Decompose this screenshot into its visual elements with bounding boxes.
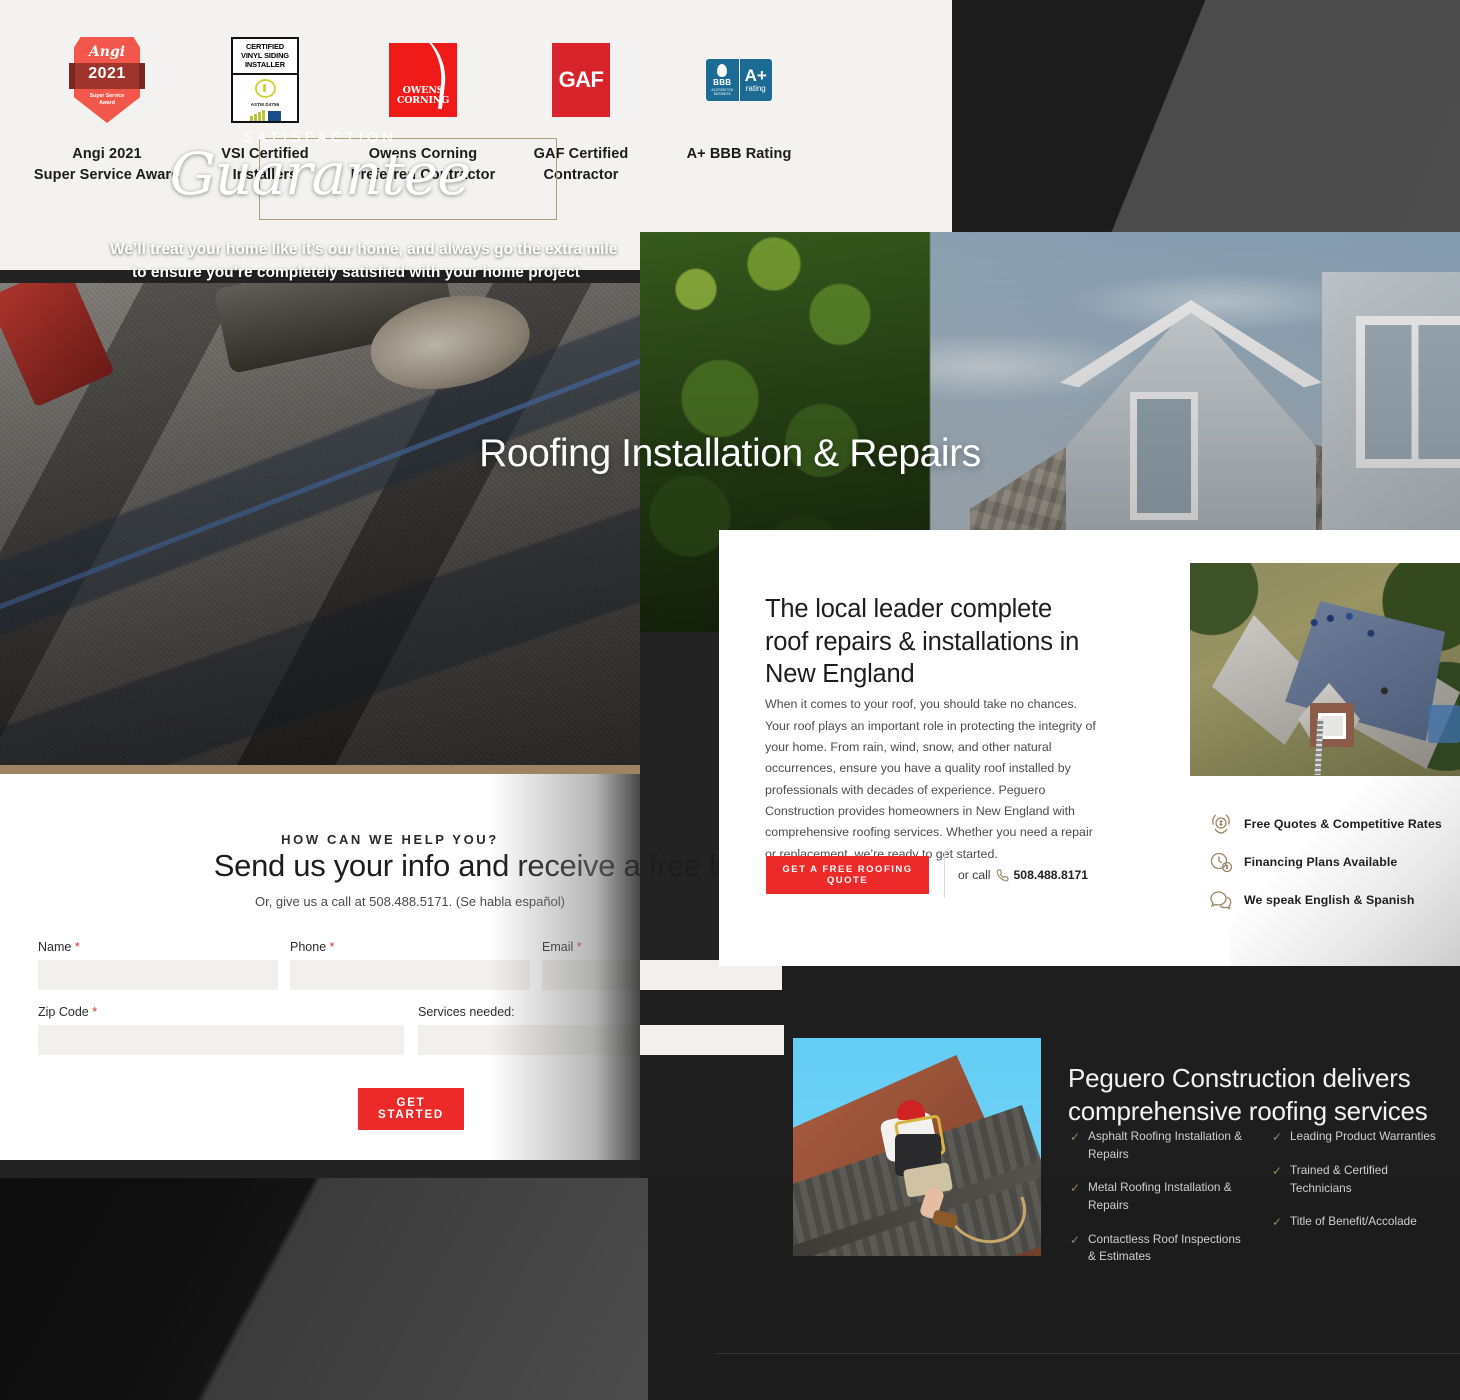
cta-divider (944, 852, 945, 898)
benefit-label: Financing Plans Available (1244, 855, 1398, 869)
angi-shield-badge-icon: Angi 2021 Super Service Award (69, 34, 145, 126)
bbb-accredited-text: ACCREDITED BUSINESS (711, 88, 734, 96)
angi-sub-line1: Super Service (89, 93, 125, 99)
vsi-text-1: CERTIFIED (245, 42, 285, 51)
clock-dollar-icon (1208, 850, 1234, 874)
required-asterisk: * (329, 940, 335, 954)
gold-divider-bar (0, 765, 640, 774)
service-label: Title of Benefit/Accolade (1290, 1214, 1417, 1229)
angi-sub-line2: Award (99, 100, 115, 107)
required-asterisk: * (74, 940, 80, 954)
zip-code-input[interactable] (38, 1025, 404, 1055)
service-label: Metal Roofing Installation & Repairs (1088, 1180, 1232, 1213)
vsi-text-3: INSTALLER (244, 59, 285, 69)
services-needed-input[interactable] (418, 1025, 784, 1055)
service-item: ✓ Trained & Certified Technicians (1272, 1162, 1452, 1197)
oc-text-2: CORNING (396, 95, 450, 107)
photo-overlay (0, 283, 640, 765)
label-services-needed: Services needed: (418, 1005, 515, 1019)
services-title: Peguero Construction delivers comprehens… (1068, 1062, 1428, 1127)
roofer-on-roof-photo (793, 1038, 1041, 1256)
speech-bubbles-icon (1208, 888, 1234, 912)
check-icon: ✓ (1070, 1130, 1081, 1144)
check-icon: ✓ (1272, 1215, 1283, 1230)
satisfaction-guarantee-panel (0, 283, 640, 765)
guarantee-subtext-line1: We’ll treat your home like it’s our home… (110, 241, 618, 258)
label-name: Name * (38, 940, 80, 954)
phone-icon (996, 869, 1009, 882)
field-zip-code: Zip Code * (38, 1005, 404, 1055)
required-asterisk: * (92, 1005, 98, 1019)
owens-corning-logo-icon: OWENS CORNING (389, 34, 457, 126)
page-root: Angi 2021 Super Service Award Angi 2021 … (0, 0, 1460, 1400)
phone-input[interactable] (290, 960, 530, 990)
gaf-logo-icon: GAF (552, 34, 610, 126)
service-label: Asphalt Roofing Installation & Repairs (1088, 1129, 1243, 1161)
services-column-right: ✓ Leading Product Warranties ✓ Trained &… (1272, 1128, 1452, 1282)
get-started-button[interactable]: GET STARTED (358, 1088, 464, 1130)
service-label: Leading Product Warranties (1290, 1129, 1436, 1143)
service-item: ✓ Contactless Roof Inspections & Estimat… (1070, 1231, 1250, 1266)
or-call-block: or call 508.488.8171 (958, 868, 1088, 882)
label-zip-code: Zip Code * (38, 1005, 98, 1019)
bbb-rating-text: rating (745, 84, 766, 93)
hero-title: Roofing Installation & Repairs (479, 432, 981, 475)
phone-number-link[interactable]: 508.488.8171 (1014, 868, 1089, 882)
form-phone-callout: Or, give us a call at 508.488.5171. (Se … (254, 894, 566, 909)
form-eyebrow: HOW CAN WE HELP YOU? (281, 832, 499, 847)
field-phone: Phone * (290, 940, 530, 990)
service-item: ✓ Leading Product Warranties (1272, 1128, 1452, 1146)
aerial-roof-project-photo (1190, 563, 1460, 776)
intro-heading: The local leader complete roof repairs &… (765, 595, 1080, 689)
service-item: ✓ Title of Benefit/Accolade (1272, 1213, 1452, 1231)
angi-brand-text: Angi (88, 44, 126, 60)
backdrop-diagonal-top (952, 0, 1460, 232)
field-services-needed: Services needed: (418, 1005, 784, 1055)
name-input[interactable] (38, 960, 278, 990)
benefit-item: We speak English & Spanish (1208, 888, 1458, 912)
label-phone: Phone * (290, 940, 335, 954)
badge-bbb-label: A+ BBB Rating (686, 146, 792, 162)
field-name: Name * (38, 940, 278, 990)
benefit-label: Free Quotes & Competitive Rates (1244, 817, 1442, 831)
badge-bbb: BBB ACCREDITED BUSINESS A+ rating A+ BBB… (660, 34, 818, 165)
backdrop-diagonal-bottom (0, 1178, 648, 1400)
check-icon: ✓ (1070, 1232, 1081, 1247)
vsi-astm-text: ASTM D4756 (250, 102, 280, 107)
bbb-a-plus-rating-badge-icon: BBB ACCREDITED BUSINESS A+ rating (706, 34, 772, 126)
required-asterisk: * (576, 940, 582, 954)
check-icon: ✓ (1272, 1130, 1283, 1144)
intro-body-text: When it comes to your roof, you should t… (765, 697, 1096, 861)
service-label: Trained & Certified Technicians (1290, 1163, 1388, 1195)
service-label: Contactless Roof Inspections & Estimates (1088, 1231, 1241, 1264)
vsi-text-2: VINYL SIDING (241, 50, 289, 60)
bbb-grade-text: A+ (744, 66, 767, 85)
gaf-text: GAF (558, 67, 604, 92)
services-columns: ✓ Asphalt Roofing Installation & Repairs… (1070, 1128, 1460, 1282)
check-icon: ✓ (1070, 1181, 1081, 1196)
service-item: ✓ Asphalt Roofing Installation & Repairs (1070, 1128, 1250, 1163)
angi-year-text: 2021 (88, 65, 126, 82)
benefit-item: Financing Plans Available (1208, 850, 1458, 874)
benefit-item: Free Quotes & Competitive Rates (1208, 812, 1458, 836)
guarantee-script-title: Guarantee (169, 140, 472, 208)
benefits-list: Free Quotes & Competitive Rates Financin… (1208, 812, 1458, 926)
or-call-label: or call (958, 868, 991, 882)
service-item: ✓ Metal Roofing Installation & Repairs (1070, 1179, 1250, 1214)
laurel-dollar-icon (1208, 812, 1234, 836)
section-divider-rule (716, 1353, 1460, 1354)
benefit-label: We speak English & Spanish (1244, 893, 1415, 907)
bbb-text: BBB (713, 78, 732, 87)
check-icon: ✓ (1272, 1164, 1283, 1178)
get-free-roofing-quote-button[interactable]: GET A FREE ROOFING QUOTE (766, 856, 929, 894)
vsi-certificate-badge-icon: CERTIFIED VINYL SIDING INSTALLER ASTM D4… (231, 34, 299, 126)
services-column-left: ✓ Asphalt Roofing Installation & Repairs… (1070, 1128, 1250, 1282)
